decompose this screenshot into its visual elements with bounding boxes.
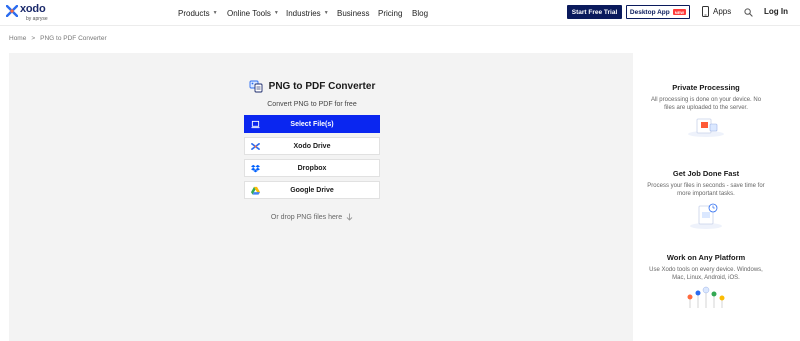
feature-text: Use Xodo tools on every device. Windows,… — [649, 267, 763, 281]
menu-products[interactable]: Products ▼ — [178, 0, 218, 26]
menu-blog[interactable]: Blog — [412, 0, 428, 26]
search-icon[interactable] — [744, 8, 753, 17]
breadcrumb-home[interactable]: Home — [9, 35, 26, 42]
apps-label: Apps — [713, 7, 732, 16]
feature-work-on-any-platform: Work on Any Platform Use Xodo tools on e… — [645, 253, 767, 310]
logo-subtext: by apryse — [26, 16, 48, 22]
login-link[interactable]: Log In — [764, 7, 788, 16]
select-files-button[interactable]: Select File(s) — [244, 115, 380, 133]
drop-zone-hint: Or drop PNG files here — [244, 213, 380, 221]
menu-blog-label: Blog — [412, 8, 429, 18]
feature-get-job-done-fast: Get Job Done Fast Process your files in … — [645, 169, 767, 253]
apps-link[interactable]: Apps — [702, 6, 731, 17]
dropbox-button[interactable]: Dropbox — [244, 159, 380, 177]
menu-pricing[interactable]: Pricing — [378, 0, 402, 26]
logo-text: xodo — [20, 3, 46, 15]
xodo-drive-icon — [251, 142, 260, 151]
menu-online-tools-label: Online Tools — [227, 8, 271, 18]
laptop-icon — [251, 120, 260, 129]
private-processing-illustration — [688, 118, 724, 137]
page-title: PNG to PDF Converter — [268, 80, 376, 92]
menu-products-label: Products — [178, 8, 210, 18]
feature-private-processing: Private Processing All processing is don… — [645, 83, 767, 169]
menu-business-label: Business — [337, 8, 370, 18]
google-drive-label: Google Drive — [290, 186, 334, 194]
chevron-down-icon: ▼ — [273, 10, 279, 16]
arrow-down-icon — [346, 213, 353, 221]
feature-title: Private Processing — [672, 83, 740, 92]
fast-processing-illustration — [690, 203, 722, 229]
page-subtitle: Convert PNG to PDF for free — [267, 101, 357, 108]
breadcrumb-current: PNG to PDF Converter — [40, 35, 107, 42]
converter-tool: PNG to PDF Converter Convert PNG to PDF … — [244, 79, 380, 221]
feature-title: Get Job Done Fast — [672, 169, 740, 178]
select-files-label: Select File(s) — [290, 120, 334, 128]
png-to-pdf-icon — [249, 80, 263, 93]
breadcrumb: Home > PNG to PDF Converter — [9, 35, 107, 42]
dropbox-icon — [251, 164, 260, 173]
tool-header: PNG to PDF Converter — [244, 79, 380, 93]
desktop-app-button[interactable]: Desktop App NEW — [626, 5, 690, 19]
menu-online-tools[interactable]: Online Tools ▼ — [227, 0, 279, 26]
xodo-drive-label: Xodo Drive — [293, 142, 331, 150]
menu-business[interactable]: Business — [337, 0, 369, 26]
top-navbar: xodo by apryse Products ▼ Online Tools ▼ I… — [0, 0, 800, 26]
chevron-down-icon: ▼ — [323, 10, 329, 16]
menu-industries-label: Industries — [286, 8, 321, 18]
xodo-logo[interactable]: xodo by apryse — [6, 3, 66, 23]
phone-icon — [702, 6, 709, 17]
menu-pricing-label: Pricing — [378, 8, 403, 18]
feature-text: All processing is done on your device. N… — [650, 97, 762, 111]
chevron-down-icon: ▼ — [212, 10, 218, 16]
google-drive-button[interactable]: Google Drive — [244, 181, 380, 199]
new-badge: NEW — [672, 9, 687, 15]
features-column: Private Processing All processing is don… — [645, 83, 767, 310]
menu-industries[interactable]: Industries ▼ — [286, 0, 329, 26]
breadcrumb-separator: > — [31, 35, 36, 42]
xodo-logo-icon — [6, 5, 18, 17]
google-drive-icon — [251, 186, 260, 195]
feature-title: Work on Any Platform — [666, 253, 746, 262]
drop-zone-text: Or drop PNG files here — [270, 213, 343, 221]
xodo-drive-button[interactable]: Xodo Drive — [244, 137, 380, 155]
feature-text: Process your files in seconds - save tim… — [647, 183, 765, 197]
platforms-illustration — [687, 286, 725, 308]
desktop-app-label: Desktop App — [629, 8, 670, 16]
dropbox-label: Dropbox — [297, 164, 327, 172]
start-free-trial-button[interactable]: Start Free Trial — [567, 5, 622, 19]
